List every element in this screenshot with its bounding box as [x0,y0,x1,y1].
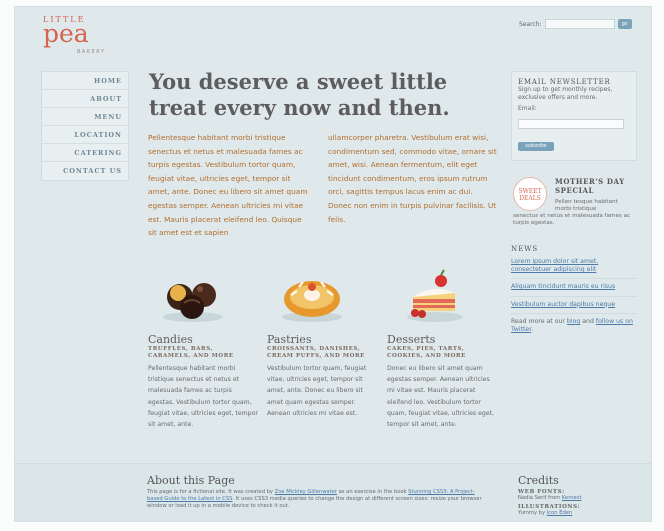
subscribe-button[interactable]: subscribe [518,141,554,151]
category-subtitle: CROISSANTS, DANISHES, CREAM PUFFS, AND M… [267,346,365,359]
footer: About this Page This page is for a ficti… [15,463,651,521]
page-container: LITTLE pea BAKERY Search: go HOME ABOUT … [14,6,652,522]
news-section: NEWS Lorem ipsum dolor sit amet, consect… [511,245,637,334]
read-more-prefix: Read more at our [511,317,565,325]
news-item[interactable]: Vestibulum auctor dapibus neque [511,301,637,314]
credits-section: Credits WEB FONTS: Nadia Serif from Kern… [518,474,638,517]
search-label: Search: [519,20,542,28]
category-pastries: Pastries CROISSANTS, DANISHES, CREAM PUF… [267,265,377,419]
news-item[interactable]: Lorem ipsum dolor sit amet, consectetuer… [511,258,637,280]
news-item[interactable]: Aliquam tincidunt mauris eu risus [511,283,637,297]
sweet-deals-badge: SWEET DEALS [513,177,547,211]
badge-line-2: DEALS [519,195,541,202]
webfonts-text: Nadia Serif from [518,495,561,501]
nav-catering[interactable]: CATERING [42,144,128,162]
category-body: Vestibulum tortor quam, feugiat vitae, u… [267,365,367,417]
badge-line-1: SWEET [518,188,542,195]
illustrations-text: Yummy by [518,510,546,516]
search-form: Search: go [519,17,632,31]
newsletter-box: EMAIL NEWSLETTER Sign up to get monthly … [511,71,637,161]
special-desc-2: senectus et netus et malesuada fames ac … [513,213,631,226]
illustrations-value: Yummy by Icon Eden [518,510,638,517]
nav-location[interactable]: LOCATION [42,126,128,144]
about-title: About this Page [147,474,235,487]
about-text-2: as an exercise in the book [338,489,407,495]
credits-title: Credits [518,474,559,487]
read-more-text: Read more at our blog and follow us on T… [511,318,637,334]
read-more-suffix: . [531,326,534,334]
nav-about[interactable]: ABOUT [42,90,128,108]
category-candies: Candies TRUFFLES, BARS, CARAMELS, AND MO… [148,265,258,430]
site-logo[interactable]: LITTLE pea BAKERY [43,15,106,57]
newsletter-title: EMAIL NEWSLETTER [518,78,611,86]
mothers-day-special: SWEET DEALS MOTHER'S DAY SPECIAL Pellen … [511,173,637,235]
newsletter-text: Sign up to get monthly recipes, exclusiv… [518,86,613,101]
email-field[interactable] [518,118,624,129]
nav-menu[interactable]: MENU [42,108,128,126]
main-nav: HOME ABOUT MENU LOCATION CATERING CONTAC… [41,71,129,181]
kernest-link[interactable]: Kernest [562,495,582,501]
category-desserts: Desserts CAKES, PIES, TARTS, COOKIES, AN… [387,265,497,430]
about-text: This page is for a fictional site. It wa… [147,489,487,510]
logo-pea: pea [43,19,89,48]
category-title: Desserts [387,333,436,346]
read-more-and: and [582,317,594,325]
hero-heading: You deserve a sweet little treat every n… [149,69,450,120]
category-subtitle: TRUFFLES, BARS, CARAMELS, AND MORE [148,346,234,359]
danish-icon [282,281,342,322]
category-title: Pastries [267,333,312,346]
logo-bakery: BAKERY [77,49,106,55]
email-label: Email: [518,105,537,112]
author-link[interactable]: Zoe Mickley Gillenwater [275,489,337,495]
special-title: MOTHER'S DAY SPECIAL [555,177,625,195]
special-desc-1: Pellen tesque habitant morbi tristique [555,199,618,212]
news-title: NEWS [511,245,539,253]
category-body: Pellentesque habitant morbi tristique se… [148,365,258,429]
blog-link[interactable]: blog [567,318,580,325]
search-input[interactable] [544,19,615,29]
intro-column-2: ullamcorper pharetra. Vestibulum erat wi… [328,133,497,224]
icon-eden-link[interactable]: Icon Eden [547,510,573,516]
nav-home[interactable]: HOME [42,72,128,90]
cake-icon [407,269,463,322]
intro-column-1: Pellentesque habitant morbi tristique se… [148,133,308,238]
search-button[interactable]: go [617,19,632,29]
webfonts-value: Nadia Serif from Kernest [518,495,638,502]
chocolates-icon [163,283,223,322]
nav-contact-us[interactable]: CONTACT US [42,162,128,180]
about-text-1: This page is for a fictional site. It wa… [147,489,274,495]
category-subtitle: CAKES, PIES, TARTS, COOKIES, AND MORE [387,346,466,359]
category-title: Candies [148,333,193,346]
category-body: Donec eu libero sit amet quam egestas se… [387,365,495,429]
about-section: About this Page This page is for a ficti… [147,474,487,510]
